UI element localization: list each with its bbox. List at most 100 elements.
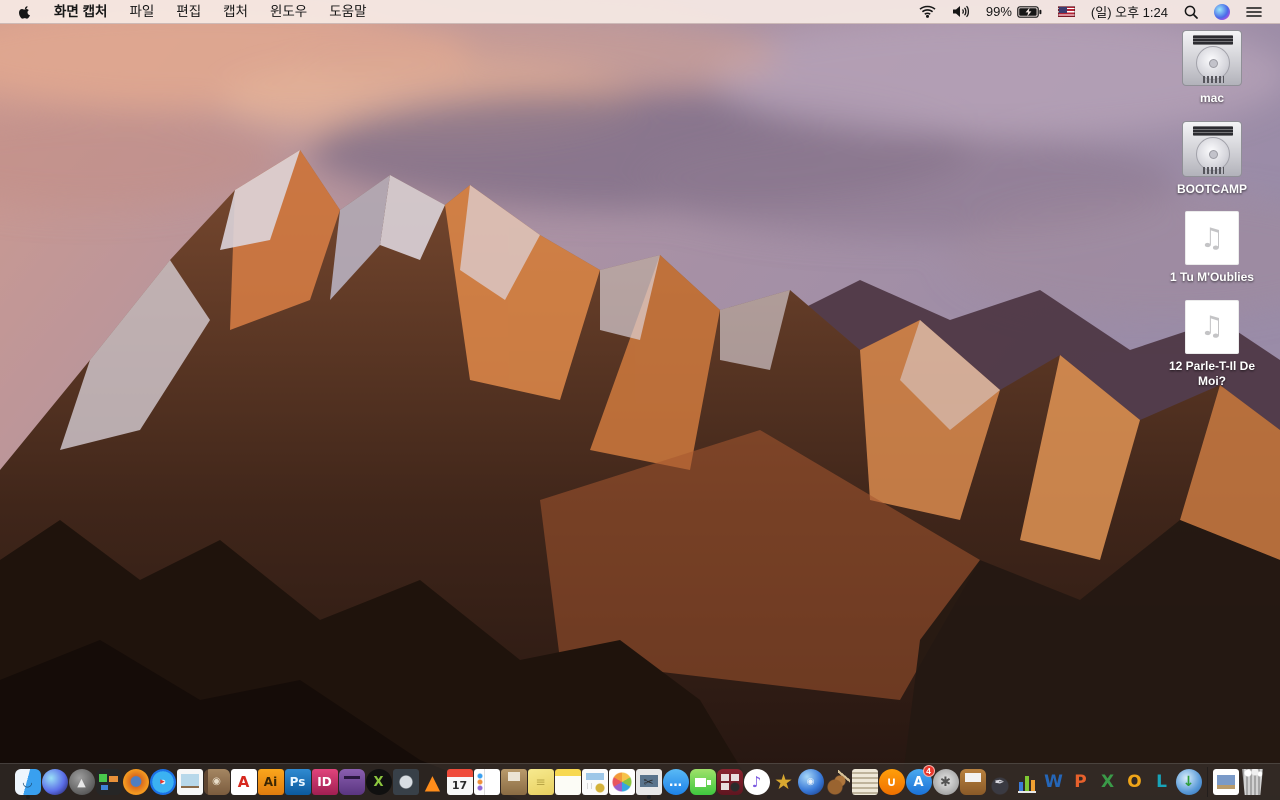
itunes-icon-art: ♪ [743, 769, 770, 795]
adobe-photoshop-icon-art: Ps [284, 769, 311, 795]
apple-logo-icon [19, 5, 31, 19]
spotlight-search-icon [1184, 5, 1198, 19]
menu-item-1[interactable]: 파일 [118, 0, 165, 24]
siri-icon-art [41, 769, 68, 795]
microsoft-outlook-icon[interactable]: O [1122, 767, 1148, 797]
adobe-indesign-icon[interactable]: ID [311, 767, 338, 797]
disc-ripper-icon-art [392, 769, 419, 795]
app-store-icon[interactable]: A4 [905, 765, 935, 797]
keynote-icon-art [959, 769, 986, 795]
calendar-icon[interactable]: 17 [446, 767, 473, 797]
hard-drive-icon [1182, 30, 1242, 86]
photo-booth-icon[interactable] [716, 767, 743, 797]
archive-box-icon[interactable] [500, 767, 527, 797]
menu-bar: 화면 캡처 파일 편집 캡처 윈도우 도움말 99% (일) 오후 1:24 [0, 0, 1280, 24]
itunes-icon[interactable]: ♪ [743, 767, 770, 797]
download-manager-icon[interactable]: ↓ [1175, 767, 1202, 797]
photos-icon[interactable] [608, 767, 635, 797]
menu-item-2[interactable]: 편집 [165, 0, 212, 24]
stickies-icon[interactable]: ≡ [527, 767, 554, 797]
contacts-icon[interactable]: ◉ [203, 767, 230, 797]
keynote-icon[interactable] [959, 767, 986, 797]
disc-ripper-icon[interactable] [392, 767, 419, 797]
document-app-icon[interactable] [581, 767, 608, 797]
desktop-icon-12-parle-t-il-de-moi-[interactable]: ♫ 12 Parle-T-Il De Moi? [1148, 299, 1276, 390]
grab-screen-capture-icon[interactable]: ✂ [635, 767, 662, 799]
volume-icon [952, 5, 969, 18]
system-preferences-icon-art: ✱ [932, 769, 959, 795]
wifi-menu[interactable] [911, 0, 944, 24]
facetime-icon[interactable] [689, 767, 716, 797]
input-source-menu[interactable] [1050, 0, 1083, 24]
reminders-icon-art [473, 769, 500, 795]
menu-item-3[interactable]: 캡처 [212, 0, 259, 24]
acrobat-reader-icon-art: A [230, 769, 257, 795]
desktop-icon-1-tu-m-oublies[interactable]: ♫ 1 Tu M'Oublies [1148, 211, 1276, 286]
launchpad-icon[interactable]: ▲ [68, 767, 95, 797]
spotlight-menu[interactable] [1176, 0, 1206, 24]
mission-control-icon[interactable] [95, 767, 122, 797]
finder-icon-art: ◡ [14, 769, 41, 795]
desktop-icon-column: mac BOOTCAMP ♫ 1 Tu M'Oublies ♫ 12 Parle-T-Il… [1148, 30, 1276, 390]
preview-icon[interactable] [176, 767, 203, 797]
microsoft-powerpoint-icon[interactable]: P [1068, 767, 1094, 797]
grab-screen-capture-icon-art: ✂ [635, 769, 662, 795]
reminders-icon[interactable] [473, 767, 500, 797]
xld-icon[interactable]: X [365, 767, 392, 797]
garageband-icon-art [824, 769, 851, 795]
photos-icon-art [608, 769, 635, 795]
menu-item-5[interactable]: 도움말 [318, 0, 377, 24]
messages-icon[interactable]: … [662, 767, 689, 797]
adobe-indesign-icon-art: ID [311, 769, 338, 795]
wifi-icon [919, 5, 936, 18]
volume-menu[interactable] [944, 0, 978, 24]
adobe-photoshop-icon[interactable]: Ps [284, 767, 311, 797]
menu-item-4[interactable]: 윈도우 [259, 0, 318, 24]
finder-icon[interactable]: ◡ [14, 767, 41, 799]
toast-titanium-icon-art [338, 769, 365, 795]
app-menu-name[interactable]: 화면 캡처 [43, 0, 118, 24]
garageband-icon[interactable] [824, 767, 851, 797]
siri-icon[interactable] [41, 767, 68, 797]
system-preferences-icon[interactable]: ✱ [932, 767, 959, 797]
microsoft-word-icon[interactable]: W [1041, 767, 1067, 797]
launchpad-icon-art: ▲ [68, 769, 95, 795]
imovie-icon-art: ★ [774, 769, 793, 794]
archive-box-icon-art [500, 769, 527, 795]
apple-menu[interactable] [10, 4, 43, 20]
numbers-iwork-icon-art [1013, 769, 1040, 795]
desktop-icon-label: 12 Parle-T-Il De Moi? [1168, 358, 1256, 389]
download-manager-icon-art: ↓ [1175, 769, 1202, 795]
contacts-icon-art: ◉ [203, 769, 230, 795]
messages-icon-art: … [662, 769, 689, 795]
pages-iwork-icon-art: ✒ [986, 769, 1013, 795]
toast-titanium-icon[interactable] [338, 767, 365, 797]
microsoft-word-icon-art: W [1044, 771, 1063, 792]
safari-icon[interactable]: ▸ [149, 767, 176, 797]
desktop-icon-mac[interactable]: mac [1148, 30, 1276, 107]
trash-full-icon[interactable] [1240, 767, 1266, 797]
clock-menu[interactable]: (일) 오후 1:24 [1083, 0, 1176, 24]
siri-menu[interactable] [1206, 0, 1238, 24]
acrobat-reader-icon[interactable]: A [230, 767, 257, 797]
microsoft-excel-icon[interactable]: X [1095, 767, 1121, 797]
microsoft-lync-icon[interactable]: L [1149, 767, 1175, 797]
firefox-icon[interactable] [122, 767, 149, 797]
battery-menu[interactable]: 99% [978, 0, 1050, 24]
imovie-icon[interactable]: ★ [771, 767, 797, 797]
vlc-icon[interactable]: ▲ [420, 767, 446, 797]
newspapers-icon[interactable] [851, 767, 878, 797]
idvd-icon[interactable]: ◉ [797, 767, 824, 797]
notification-center-menu[interactable] [1238, 0, 1270, 24]
ibooks-icon-art: ∪ [878, 769, 905, 795]
audio-file-icon: ♫ [1185, 211, 1239, 266]
pages-iwork-icon[interactable]: ✒ [986, 767, 1013, 797]
desktop-icon-bootcamp[interactable]: BOOTCAMP [1148, 120, 1276, 198]
ibooks-icon[interactable]: ∪ [878, 767, 905, 797]
adobe-illustrator-icon[interactable]: Ai [257, 767, 284, 797]
numbers-iwork-icon[interactable] [1013, 767, 1040, 797]
calendar-icon-art: 17 [446, 769, 473, 795]
notes-icon[interactable] [554, 767, 581, 797]
preview-icon-art [176, 769, 203, 795]
document-file-icon[interactable] [1212, 767, 1239, 797]
